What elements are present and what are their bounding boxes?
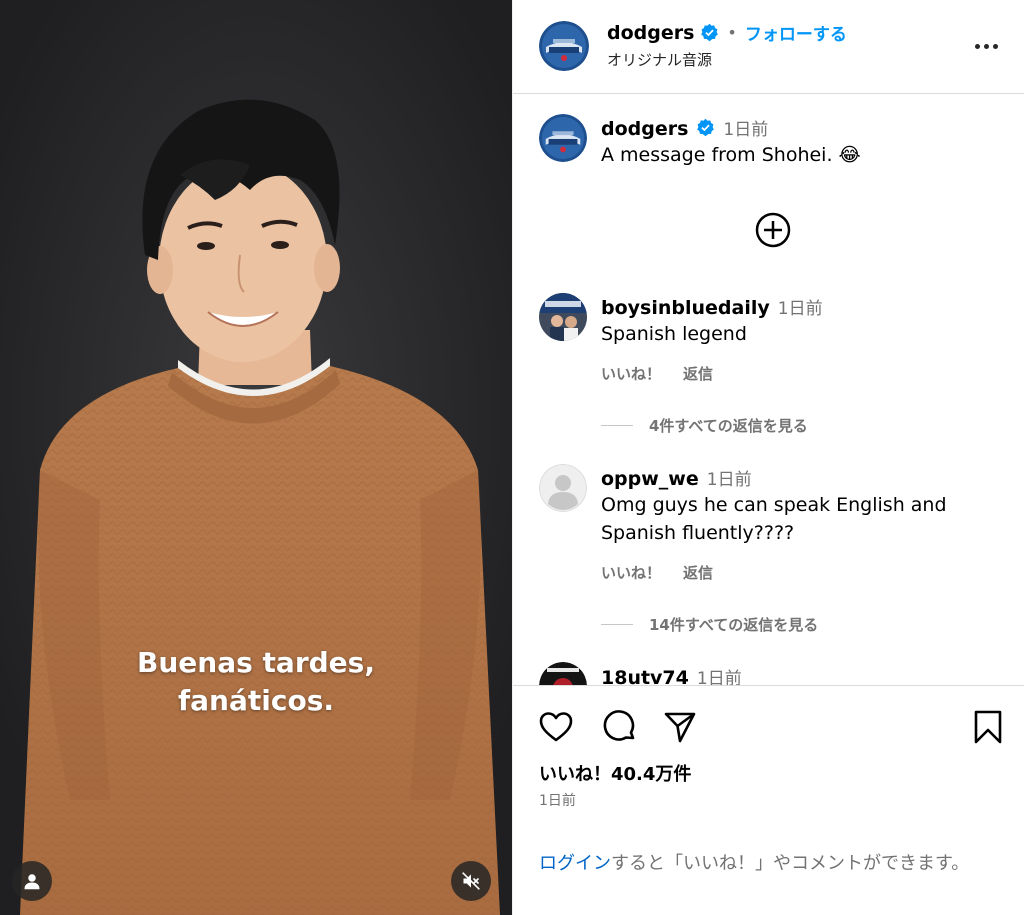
post-header: dodgers • フォローする オリジナル音源 [513,0,1024,94]
header-user-row: dodgers • フォローする [607,20,847,46]
login-link[interactable]: ログイン [539,853,611,874]
view-replies-label: 4件すべての返信を見る [649,417,808,435]
comment-actions: いいね！ 返信 [601,363,713,384]
caption-avatar[interactable] [539,114,587,162]
plus-circle-icon [755,212,791,248]
posted-time[interactable]: 1日前 [539,790,576,810]
comment-like-button[interactable]: いいね！ [601,363,661,384]
heart-icon[interactable] [537,708,575,746]
view-replies-button[interactable]: 14件すべての返信を見る [601,614,818,635]
tagged-users-button[interactable] [12,861,52,901]
commenter-avatar[interactable] [539,662,587,685]
comment-header: oppw_we 1日前 [601,465,752,490]
comment-icon[interactable] [601,708,639,746]
replies-divider [601,624,633,625]
likes-count[interactable]: いいね！40.4万件 [539,760,691,786]
video-player[interactable]: Buenas tardes, fanáticos. [0,0,512,915]
separator-dot: • [727,23,737,42]
speaker-muted-icon [462,872,480,890]
comment-reply-button[interactable]: 返信 [683,363,713,384]
comment-header: boysinbluedaily 1日前 [601,294,823,319]
18utv74-avatar-icon [539,662,587,685]
login-prompt-text: すると「いいね！」やコメントができます。 [611,853,970,874]
view-replies-label: 14件すべての返信を見る [649,616,819,634]
comments-list[interactable]: dodgers 1日前 A message from Shohei. 😂 boy… [513,95,1024,685]
caption-username[interactable]: dodgers [601,118,688,140]
share-icon[interactable] [661,708,699,746]
caption-header: dodgers 1日前 [601,115,768,140]
caption-text: A message from Shohei. 😂 [601,144,861,166]
replies-divider [601,425,633,426]
comment-username[interactable]: boysinbluedaily [601,297,770,319]
more-options-icon[interactable] [971,34,1001,58]
person-icon [24,874,40,890]
subtitle-line-1: Buenas tardes, [137,646,375,679]
post-panel: dodgers • フォローする オリジナル音源 dodgers 1日前 A m… [512,0,1024,915]
default-avatar-icon [539,464,587,512]
commenter-avatar[interactable] [539,293,587,341]
comment-text: Omg guys he can speak English and Spanis… [601,494,947,544]
comment-time[interactable]: 1日前 [697,664,742,685]
verified-badge-icon [697,118,715,137]
mute-toggle-button[interactable] [451,861,491,901]
view-replies-button[interactable]: 4件すべての返信を見る [601,415,808,436]
comment-header: 18utv74 1日前 [601,664,742,685]
comment-time[interactable]: 1日前 [707,465,752,490]
dodgers-champions-logo-icon [539,21,589,71]
follow-button[interactable]: フォローする [745,20,847,45]
account-avatar[interactable] [539,21,589,71]
bookmark-icon[interactable] [969,708,1007,746]
comment-time[interactable]: 1日前 [778,294,823,319]
subtitle-line-2: fanáticos. [177,684,335,717]
original-audio-link[interactable]: オリジナル音源 [607,49,712,70]
comment-reply-button[interactable]: 返信 [683,562,713,583]
caption-time[interactable]: 1日前 [723,115,768,140]
load-more-comments-button[interactable] [754,211,792,249]
dodgers-champions-logo-icon [539,114,587,162]
commenter-avatar[interactable] [539,464,587,512]
verified-badge-icon [701,23,719,42]
header-username[interactable]: dodgers [607,22,694,44]
comment-text: Spanish legend [601,323,747,345]
video-frame [0,0,512,915]
comment-username[interactable]: oppw_we [601,468,699,490]
comment-like-button[interactable]: いいね！ [601,562,661,583]
login-prompt: ログインすると「いいね！」やコメントができます。 [539,850,999,878]
comment-actions: いいね！ 返信 [601,562,713,583]
boysinbluedaily-avatar-icon [539,293,587,341]
video-subtitle: Buenas tardes, fanáticos. [0,644,512,720]
post-footer: いいね！40.4万件 1日前 ログインすると「いいね！」やコメントができます。 [513,685,1024,915]
comment-username[interactable]: 18utv74 [601,667,689,685]
